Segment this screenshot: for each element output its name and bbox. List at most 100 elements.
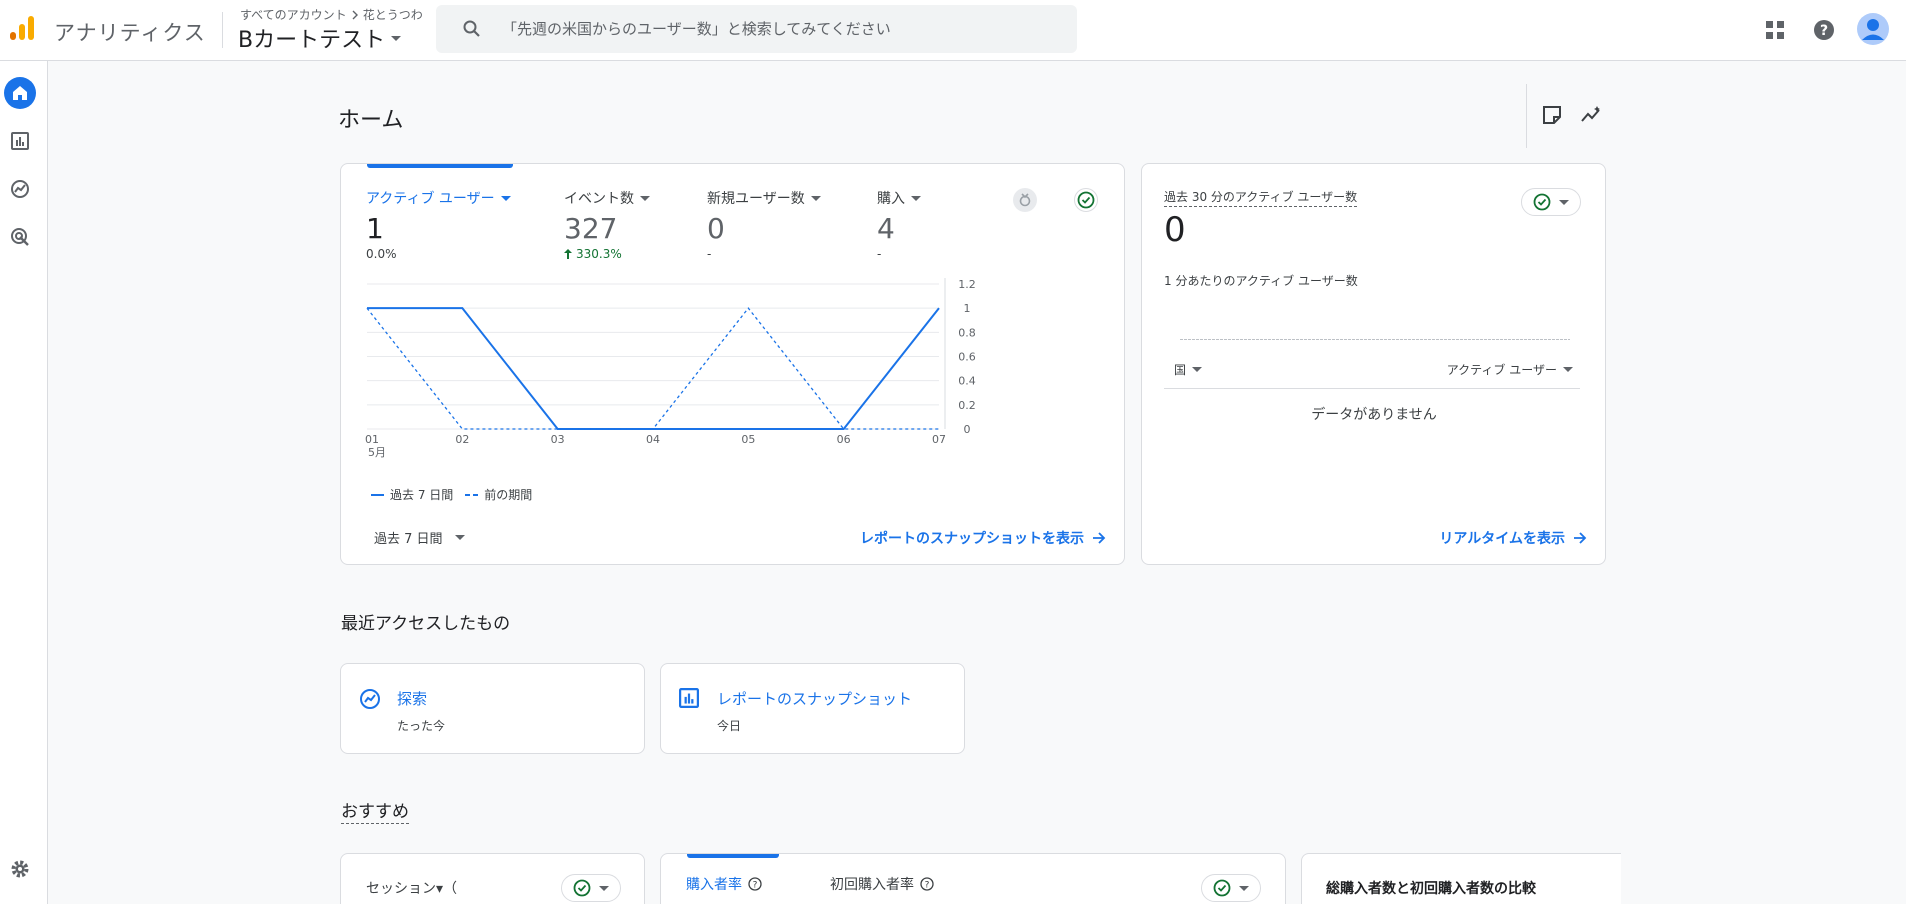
y-tick-label: 1.2 bbox=[958, 278, 976, 291]
current-period-line bbox=[367, 307, 940, 430]
recent-item-time: 今日 bbox=[717, 719, 742, 733]
overview-card: アクティブ ユーザー 1 0.0% イベント数 327 330.3% 新規ユーザ… bbox=[340, 163, 1125, 565]
tab-new-users[interactable]: 新規ユーザー数 0 - bbox=[707, 188, 821, 261]
date-range-select[interactable]: 過去 7 日間 bbox=[374, 528, 465, 547]
tab-value: 0 bbox=[707, 212, 725, 245]
insights-icon[interactable] bbox=[1580, 104, 1604, 130]
tab-first-purchaser-rate[interactable]: 初回購入者率 ? bbox=[830, 874, 934, 894]
tab-value: 327 bbox=[564, 212, 618, 245]
card-check-dropdown[interactable] bbox=[1201, 874, 1261, 902]
y-tick-label: 0.2 bbox=[958, 399, 976, 412]
date-range-label: 過去 7 日間 bbox=[374, 532, 443, 547]
legend-solid-swatch bbox=[371, 493, 384, 496]
help-outline-icon: ? bbox=[920, 877, 934, 891]
previous-period-line bbox=[366, 307, 939, 430]
col-country[interactable]: 国 bbox=[1174, 361, 1203, 378]
recommended-section-title[interactable]: おすすめ bbox=[341, 797, 409, 824]
data-quality-check-icon[interactable] bbox=[1074, 188, 1098, 212]
title-divider bbox=[1526, 84, 1527, 148]
caret-down-icon bbox=[454, 535, 465, 540]
recommended-card-purchasers: 購入者率 ? 初回購入者率 ? bbox=[660, 853, 1286, 904]
table-divider bbox=[1164, 388, 1580, 389]
active-tab-indicator bbox=[687, 854, 779, 858]
recommended-card-purchaser-compare: 総購入者数と初回購入者数の比較 bbox=[1301, 853, 1621, 904]
anomaly-icon[interactable] bbox=[1013, 188, 1037, 212]
caret-down-icon bbox=[911, 195, 921, 201]
realtime-subtitle: 1 分あたりのアクティブ ユーザー数 bbox=[1164, 274, 1358, 288]
reports-icon bbox=[679, 688, 699, 708]
x-tick-label: 02 bbox=[455, 433, 469, 446]
search-icon bbox=[463, 20, 480, 37]
svg-text:?: ? bbox=[1820, 23, 1828, 39]
tab-label: イベント数 bbox=[564, 191, 634, 207]
breadcrumb-root[interactable]: すべてのアカウント bbox=[240, 6, 347, 23]
analytics-logo-icon[interactable] bbox=[8, 14, 36, 42]
snapshot-link-label: レポートのスナップショットを表示 bbox=[860, 531, 1084, 547]
col-users-label: アクティブ ユーザー bbox=[1446, 363, 1557, 377]
realtime-minute-bars bbox=[1180, 339, 1570, 340]
apps-grid-icon[interactable] bbox=[1761, 16, 1789, 44]
tab-change: 0.0% bbox=[366, 247, 397, 261]
legend-dashed-swatch bbox=[465, 493, 479, 496]
view-snapshot-link[interactable]: レポートのスナップショットを表示 bbox=[860, 528, 1106, 548]
search-input[interactable] bbox=[502, 5, 1062, 53]
caret-down-icon bbox=[599, 885, 609, 891]
nav-explore[interactable] bbox=[4, 173, 36, 205]
sessions-dimension-label[interactable]: セッション▾（ bbox=[366, 878, 457, 898]
tab-event-count[interactable]: イベント数 327 330.3% bbox=[564, 188, 650, 261]
breadcrumb-account[interactable]: 花とうつわ bbox=[363, 6, 423, 23]
nav-reports[interactable] bbox=[4, 125, 36, 157]
chevron-right-icon bbox=[352, 10, 358, 19]
tab-label: 購入者率 bbox=[686, 877, 742, 893]
tab-active-users[interactable]: アクティブ ユーザー 1 0.0% bbox=[366, 188, 511, 261]
recommended-card-sessions: セッション▾（ bbox=[340, 853, 645, 904]
caret-down-icon bbox=[391, 35, 402, 41]
y-tick-label: 1 bbox=[964, 302, 971, 315]
property-selector[interactable]: Bカートテスト bbox=[238, 22, 402, 54]
tab-purchases[interactable]: 購入 4 - bbox=[877, 188, 921, 261]
nav-home[interactable] bbox=[4, 77, 36, 109]
help-icon[interactable]: ? bbox=[1810, 16, 1838, 44]
tab-purchaser-rate[interactable]: 購入者率 ? bbox=[686, 874, 762, 894]
nav-settings[interactable] bbox=[4, 853, 36, 885]
app-title[interactable]: アナリティクス bbox=[54, 17, 206, 47]
recent-item-name: 探索 bbox=[397, 690, 428, 708]
caret-down-icon bbox=[640, 195, 650, 201]
y-tick-label: 0.6 bbox=[958, 351, 976, 364]
nav-advertising[interactable] bbox=[4, 221, 36, 253]
tab-label: 新規ユーザー数 bbox=[707, 191, 805, 207]
line-chart: 0 0.2 0.4 0.6 0.8 1 1.2 01 02 03 04 05 06 07 5月 bbox=[365, 278, 976, 459]
explore-icon bbox=[360, 689, 380, 709]
y-tick-label: 0 bbox=[964, 423, 971, 436]
card-title: 総購入者数と初回購入者数の比較 bbox=[1326, 881, 1536, 897]
caret-down-icon bbox=[1239, 885, 1249, 891]
tab-value: 4 bbox=[877, 212, 895, 245]
realtime-value: 0 bbox=[1164, 210, 1186, 250]
settings-icon bbox=[11, 860, 29, 878]
card-check-dropdown[interactable] bbox=[561, 874, 621, 902]
view-realtime-link[interactable]: リアルタイムを表示 bbox=[1439, 528, 1587, 548]
arrow-right-icon bbox=[1574, 532, 1587, 544]
data-quality-check-icon bbox=[1533, 193, 1551, 211]
y-tick-label: 0.8 bbox=[958, 326, 976, 339]
search-box[interactable] bbox=[436, 5, 1077, 53]
account-avatar-icon[interactable] bbox=[1856, 12, 1890, 46]
x-tick-label: 07 bbox=[932, 433, 946, 446]
advertising-icon bbox=[11, 228, 29, 246]
notes-icon[interactable] bbox=[1541, 104, 1563, 130]
home-icon bbox=[13, 86, 27, 100]
caret-down-icon bbox=[1563, 367, 1573, 372]
realtime-title[interactable]: 過去 30 分のアクティブ ユーザー数 bbox=[1164, 188, 1358, 207]
x-tick-label: 05 bbox=[741, 433, 755, 446]
svg-text:?: ? bbox=[753, 881, 758, 891]
recent-item-snapshot[interactable]: レポートのスナップショット 今日 bbox=[660, 663, 965, 754]
reports-icon bbox=[11, 132, 29, 150]
realtime-check-dropdown[interactable] bbox=[1521, 188, 1581, 216]
breadcrumb[interactable]: すべてのアカウント 花とうつわ bbox=[240, 6, 423, 23]
realtime-card: 過去 30 分のアクティブ ユーザー数 0 1 分あたりのアクティブ ユーザー数… bbox=[1141, 163, 1606, 565]
col-active-users[interactable]: アクティブ ユーザー bbox=[1447, 361, 1573, 378]
legend-current: 過去 7 日間 bbox=[390, 488, 454, 502]
explore-icon bbox=[11, 180, 29, 198]
recent-item-explore[interactable]: 探索 たった今 bbox=[340, 663, 645, 754]
x-tick-label: 03 bbox=[551, 433, 565, 446]
